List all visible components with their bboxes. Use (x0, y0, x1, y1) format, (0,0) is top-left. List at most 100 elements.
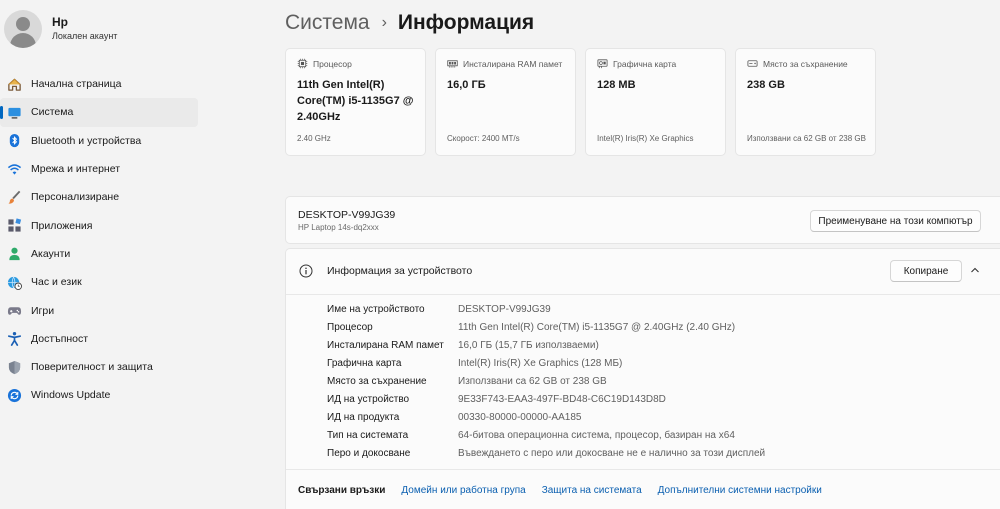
card-value: 11th Gen Intel(R) Core(TM) i5-1135G7 @ 2… (297, 79, 414, 123)
page-title: Информация (397, 11, 535, 34)
sidebar-item-label: Система (31, 106, 74, 119)
sidebar-item-accessibility[interactable]: Достъпност (0, 325, 198, 353)
home-icon (6, 76, 22, 92)
spec-label: Процесор (327, 321, 373, 333)
card-sub: Intel(R) Iris(R) Xe Graphics (597, 134, 694, 143)
sidebar-item-label: Приложения (31, 219, 93, 232)
sidebar-item-label: Начална страница (31, 78, 122, 91)
spec-row: Инсталирана RAM памет 16,0 ГБ (15,7 ГБ и… (327, 336, 599, 354)
avatar (4, 10, 42, 48)
sidebar-item-privacy[interactable]: Поверителност и защита (0, 353, 198, 381)
spec-row: ИД на устройство 9E33F743-EAA3-497F-BD48… (327, 390, 666, 408)
card-sub: Използвани са 62 GB от 238 GB (747, 134, 866, 143)
profile-account-type: Локален акаунт (52, 31, 118, 41)
spec-value: Въвеждането с перо или докосване не е на… (458, 447, 766, 459)
sidebar-item-time-language[interactable]: Час и език (0, 268, 198, 296)
spec-value: Intel(R) Iris(R) Xe Graphics (128 МБ) (458, 357, 623, 369)
device-info-header[interactable]: Информация за устройството Копиране (286, 249, 1000, 295)
gpu-card: Графична карта 128 MB Intel(R) Iris(R) X… (585, 48, 726, 156)
breadcrumb-parent[interactable]: Система (285, 11, 370, 35)
sidebar-item-bluetooth[interactable]: Bluetooth и устройства (0, 127, 198, 155)
device-name-panel: DESKTOP-V99JG39 HP Laptop 14s-dq2xxx Пре… (285, 196, 1000, 244)
sidebar-item-windows-update[interactable]: Windows Update (0, 381, 198, 409)
spec-value: 16,0 ГБ (15,7 ГБ използваеми) (458, 339, 599, 351)
spec-row: Име на устройството DESKTOP-V99JG39 (327, 300, 551, 318)
sidebar-item-personalization[interactable]: Персонализиране (0, 183, 198, 211)
spec-label: ИД на устройство (327, 393, 410, 405)
sidebar-nav: Начална страница Система Bluetooth и уст… (0, 70, 198, 410)
sidebar-item-apps[interactable]: Приложения (0, 211, 198, 239)
chevron-up-icon[interactable] (968, 263, 982, 277)
advanced-system-settings-link[interactable]: Допълнителни системни настройки (658, 485, 822, 496)
spec-row: ИД на продукта 00330-80000-00000-AA185 (327, 408, 581, 426)
spec-value: Използвани са 62 GB от 238 GB (458, 375, 607, 387)
spec-value: DESKTOP-V99JG39 (458, 303, 551, 315)
storage-icon (747, 60, 758, 67)
related-links: Свързани връзки Домейн или работна група… (286, 469, 1000, 509)
spec-label: Перо и докосване (327, 447, 411, 459)
domain-workgroup-link[interactable]: Домейн или работна група (401, 485, 525, 496)
card-title: Графична карта (613, 58, 677, 69)
spec-row: Графична карта Intel(R) Iris(R) Xe Graph… (327, 354, 622, 372)
sidebar-item-network[interactable]: Мрежа и интернет (0, 155, 198, 183)
sidebar-item-gaming[interactable]: Игри (0, 296, 198, 324)
rename-pc-button[interactable]: Преименуване на този компютър (810, 210, 981, 232)
spec-label: Място за съхранение (327, 375, 427, 387)
spec-row: Процесор 11th Gen Intel(R) Core(TM) i5-1… (327, 318, 735, 336)
spec-label: Име на устройството (327, 303, 425, 315)
spec-value: 64-битова операционна система, процесор,… (458, 429, 735, 441)
card-sub: 2.40 GHz (297, 134, 331, 143)
update-icon (6, 387, 22, 403)
copy-button[interactable]: Копиране (890, 260, 962, 282)
apps-icon (6, 218, 22, 234)
breadcrumb-separator: › (381, 14, 387, 31)
card-value: 238 GB (747, 79, 785, 91)
spec-row: Място за съхранение Използвани са 62 GB … (327, 372, 607, 390)
brush-icon (6, 189, 22, 205)
sidebar-item-label: Персонализиране (31, 191, 120, 204)
card-title: Процесор (313, 58, 352, 69)
device-info-title: Информация за устройството (327, 265, 473, 277)
sidebar-item-accounts[interactable]: Акаунти (0, 240, 198, 268)
card-value: 128 MB (597, 79, 636, 91)
sidebar-item-label: Мрежа и интернет (31, 163, 121, 176)
accessibility-icon (6, 331, 22, 347)
spec-value: 9E33F743-EAA3-497F-BD48-C6C19D143D8D (458, 393, 666, 405)
device-name: DESKTOP-V99JG39 (298, 209, 396, 221)
sidebar-item-label: Час и език (31, 276, 82, 289)
spec-value: 11th Gen Intel(R) Core(TM) i5-1135G7 @ 2… (458, 321, 736, 333)
related-links-label: Свързани връзки (298, 484, 386, 496)
breadcrumb: Система › Информация (285, 8, 534, 38)
cpu-icon (297, 58, 308, 69)
wifi-icon (6, 161, 22, 177)
system-icon (6, 104, 22, 120)
sidebar-item-system[interactable]: Система (0, 98, 198, 127)
ram-card: Инсталирана RAM памет 16,0 ГБ Скорост: 2… (435, 48, 576, 156)
bluetooth-icon (6, 133, 22, 149)
info-icon (299, 264, 313, 278)
card-value: 16,0 ГБ (447, 79, 486, 91)
device-model: HP Laptop 14s-dq2xxx (298, 223, 379, 232)
sidebar-item-label: Windows Update (31, 389, 111, 402)
shield-icon (6, 359, 22, 375)
spec-value: 00330-80000-00000-AA185 (458, 411, 582, 423)
spec-label: ИД на продукта (327, 411, 400, 423)
profile-name: Hp (52, 15, 68, 29)
profile[interactable]: Hp Локален акаунт (4, 10, 117, 48)
spec-label: Графична карта (327, 357, 402, 369)
card-sub: Скорост: 2400 MT/s (447, 134, 520, 143)
spec-row: Перо и докосване Въвеждането с перо или … (327, 444, 765, 462)
spec-row: Тип на системата 64-битова операционна с… (327, 426, 735, 444)
person-icon (6, 246, 22, 262)
processor-card: Процесор 11th Gen Intel(R) Core(TM) i5-1… (285, 48, 426, 156)
storage-card: Място за съхранение 238 GB Използвани са… (735, 48, 876, 156)
sidebar-item-label: Bluetooth и устройства (31, 134, 142, 147)
system-protection-link[interactable]: Защита на системата (542, 485, 642, 496)
globe-clock-icon (6, 274, 22, 290)
card-title: Място за съхранение (763, 58, 848, 69)
sidebar-item-home[interactable]: Начална страница (0, 70, 198, 98)
sidebar-item-label: Достъпност (31, 332, 89, 345)
device-info-panel: Информация за устройството Копиране Име … (285, 248, 1000, 509)
sidebar-item-label: Игри (31, 304, 55, 317)
gamepad-icon (6, 303, 22, 319)
